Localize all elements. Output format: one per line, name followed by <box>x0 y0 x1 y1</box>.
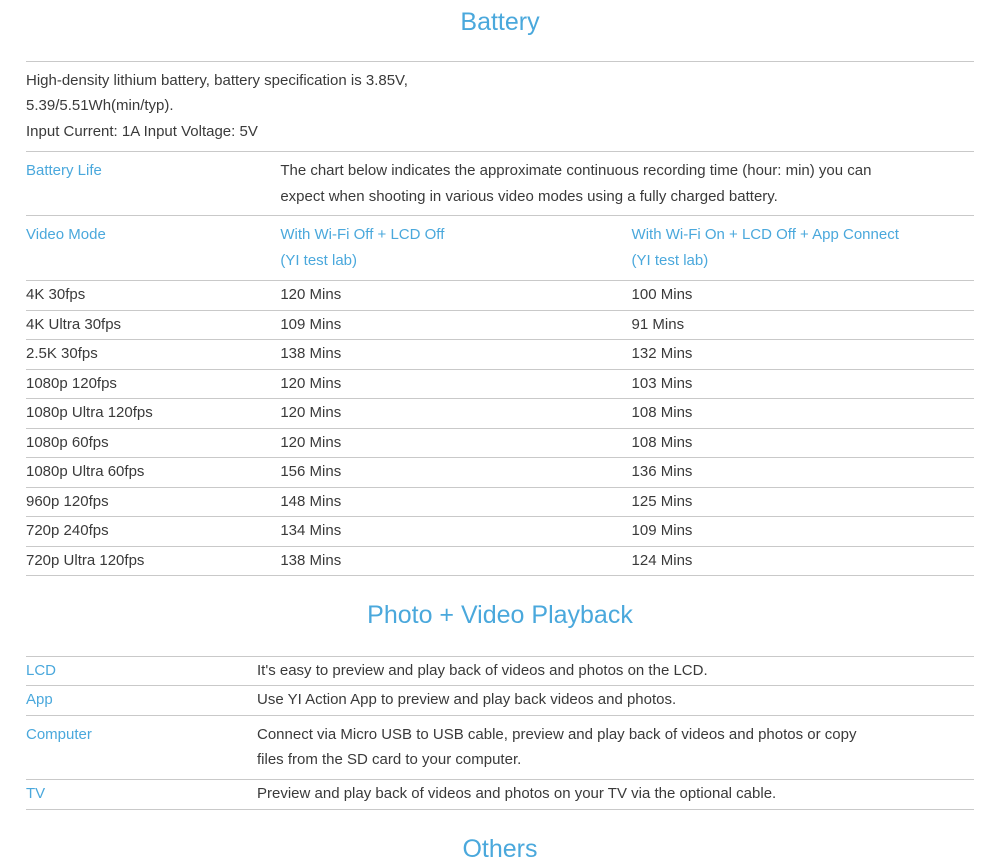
battery-spec-line-1: High-density lithium battery, battery sp… <box>26 71 408 89</box>
video-mode-cell: 960p 120fps <box>26 487 281 518</box>
table-row: 4K 30fps 120 Mins 100 Mins <box>26 280 974 311</box>
battery-life-row: Battery Life The chart below indicates t… <box>26 151 974 217</box>
wifi-off-time-cell: 120 Mins <box>280 398 632 429</box>
battery-table-header-row: Video Mode With Wi-Fi Off + LCD Off (YI … <box>26 215 974 282</box>
playback-method-description: It's easy to preview and play back of vi… <box>257 655 974 687</box>
playback-description-line: Connect via Micro USB to USB cable, prev… <box>257 725 857 743</box>
section-heading-others: Others <box>462 834 538 863</box>
playback-description-line: Use YI Action App to preview and play ba… <box>257 691 677 709</box>
video-mode-cell: 1080p 60fps <box>26 428 281 459</box>
wifi-off-time-cell: 138 Mins <box>280 339 632 370</box>
wifi-off-time-cell: 120 Mins <box>280 280 632 311</box>
playback-description-line: Preview and play back of videos and phot… <box>257 785 777 803</box>
table-row: 1080p Ultra 120fps 120 Mins 108 Mins <box>26 398 974 429</box>
table-row: 960p 120fps 148 Mins 125 Mins <box>26 487 974 518</box>
column-header-wifi-on-line-2: (YI test lab) <box>631 252 709 270</box>
wifi-off-time-cell: 138 Mins <box>280 546 632 577</box>
battery-table: High-density lithium battery, battery sp… <box>26 60 974 577</box>
wifi-on-time-cell: 109 Mins <box>631 516 974 547</box>
battery-spec-row: High-density lithium battery, battery sp… <box>26 60 974 152</box>
section-heading-playback: Photo + Video Playback <box>367 601 633 630</box>
column-header-wifi-on-line-1: With Wi-Fi On + LCD Off + App Connect <box>631 226 899 244</box>
table-row: 4K Ultra 30fps 109 Mins 91 Mins <box>26 310 974 341</box>
wifi-on-time-cell: 103 Mins <box>631 369 974 400</box>
video-mode-cell: 4K Ultra 30fps <box>26 310 281 341</box>
table-row: 2.5K 30fps 138 Mins 132 Mins <box>26 339 974 370</box>
column-header-wifi-on: With Wi-Fi On + LCD Off + App Connect (Y… <box>631 215 974 282</box>
table-row: 720p Ultra 120fps 138 Mins 124 Mins <box>26 546 974 577</box>
wifi-on-time-cell: 136 Mins <box>631 457 974 488</box>
video-mode-cell: 1080p Ultra 60fps <box>26 457 281 488</box>
video-mode-cell: 4K 30fps <box>26 280 281 311</box>
table-row: 1080p Ultra 60fps 156 Mins 136 Mins <box>26 457 974 488</box>
table-row: 720p 240fps 134 Mins 109 Mins <box>26 516 974 547</box>
battery-life-description-line-2: expect when shooting in various video mo… <box>280 187 778 205</box>
playback-method-description: Use YI Action App to preview and play ba… <box>257 685 974 716</box>
battery-spec-cell: High-density lithium battery, battery sp… <box>26 60 974 152</box>
wifi-off-time-cell: 120 Mins <box>280 428 632 459</box>
table-row: 1080p 120fps 120 Mins 103 Mins <box>26 369 974 400</box>
wifi-on-time-cell: 108 Mins <box>631 428 974 459</box>
playback-description-line: files from the SD card to your computer. <box>257 751 522 769</box>
wifi-off-time-cell: 120 Mins <box>280 369 632 400</box>
battery-life-label: Battery Life <box>26 151 281 217</box>
wifi-on-time-cell: 124 Mins <box>631 546 974 577</box>
column-header-wifi-off: With Wi-Fi Off + LCD Off (YI test lab) <box>280 215 632 282</box>
column-header-wifi-off-line-1: With Wi-Fi Off + LCD Off <box>280 226 445 244</box>
playback-method-description: Connect via Micro USB to USB cable, prev… <box>257 715 974 781</box>
playback-method-label: Computer <box>26 715 257 781</box>
section-heading-battery: Battery <box>460 8 540 36</box>
playback-method-description: Preview and play back of videos and phot… <box>257 779 974 810</box>
playback-description-line: It's easy to preview and play back of vi… <box>257 661 708 679</box>
playback-table: LCD It's easy to preview and play back o… <box>26 655 974 810</box>
battery-spec-line-3: Input Current: 1A Input Voltage: 5V <box>26 123 258 141</box>
playback-method-label: TV <box>26 779 257 810</box>
table-row: 1080p 60fps 120 Mins 108 Mins <box>26 428 974 459</box>
table-row: Computer Connect via Micro USB to USB ca… <box>26 715 974 781</box>
wifi-off-time-cell: 156 Mins <box>280 457 632 488</box>
video-mode-cell: 720p 240fps <box>26 516 281 547</box>
column-header-video-mode: Video Mode <box>26 215 281 282</box>
video-mode-cell: 720p Ultra 120fps <box>26 546 281 577</box>
video-mode-cell: 1080p Ultra 120fps <box>26 398 281 429</box>
battery-spec-line-2: 5.39/5.51Wh(min/typ). <box>26 97 174 115</box>
wifi-on-time-cell: 100 Mins <box>631 280 974 311</box>
battery-life-description-line-1: The chart below indicates the approximat… <box>280 161 872 179</box>
table-row: App Use YI Action App to preview and pla… <box>26 685 974 716</box>
specifications-page: Battery High-density lithium battery, ba… <box>0 0 1000 863</box>
video-mode-cell: 2.5K 30fps <box>26 339 281 370</box>
video-mode-cell: 1080p 120fps <box>26 369 281 400</box>
column-header-wifi-off-line-2: (YI test lab) <box>280 252 358 270</box>
wifi-on-time-cell: 132 Mins <box>631 339 974 370</box>
wifi-off-time-cell: 109 Mins <box>280 310 632 341</box>
playback-method-label: App <box>26 685 257 716</box>
wifi-on-time-cell: 125 Mins <box>631 487 974 518</box>
wifi-on-time-cell: 91 Mins <box>631 310 974 341</box>
table-row: LCD It's easy to preview and play back o… <box>26 655 974 687</box>
wifi-off-time-cell: 134 Mins <box>280 516 632 547</box>
playback-method-label: LCD <box>26 655 257 687</box>
wifi-on-time-cell: 108 Mins <box>631 398 974 429</box>
table-row: TV Preview and play back of videos and p… <box>26 779 974 810</box>
wifi-off-time-cell: 148 Mins <box>280 487 632 518</box>
battery-life-description: The chart below indicates the approximat… <box>280 151 974 217</box>
